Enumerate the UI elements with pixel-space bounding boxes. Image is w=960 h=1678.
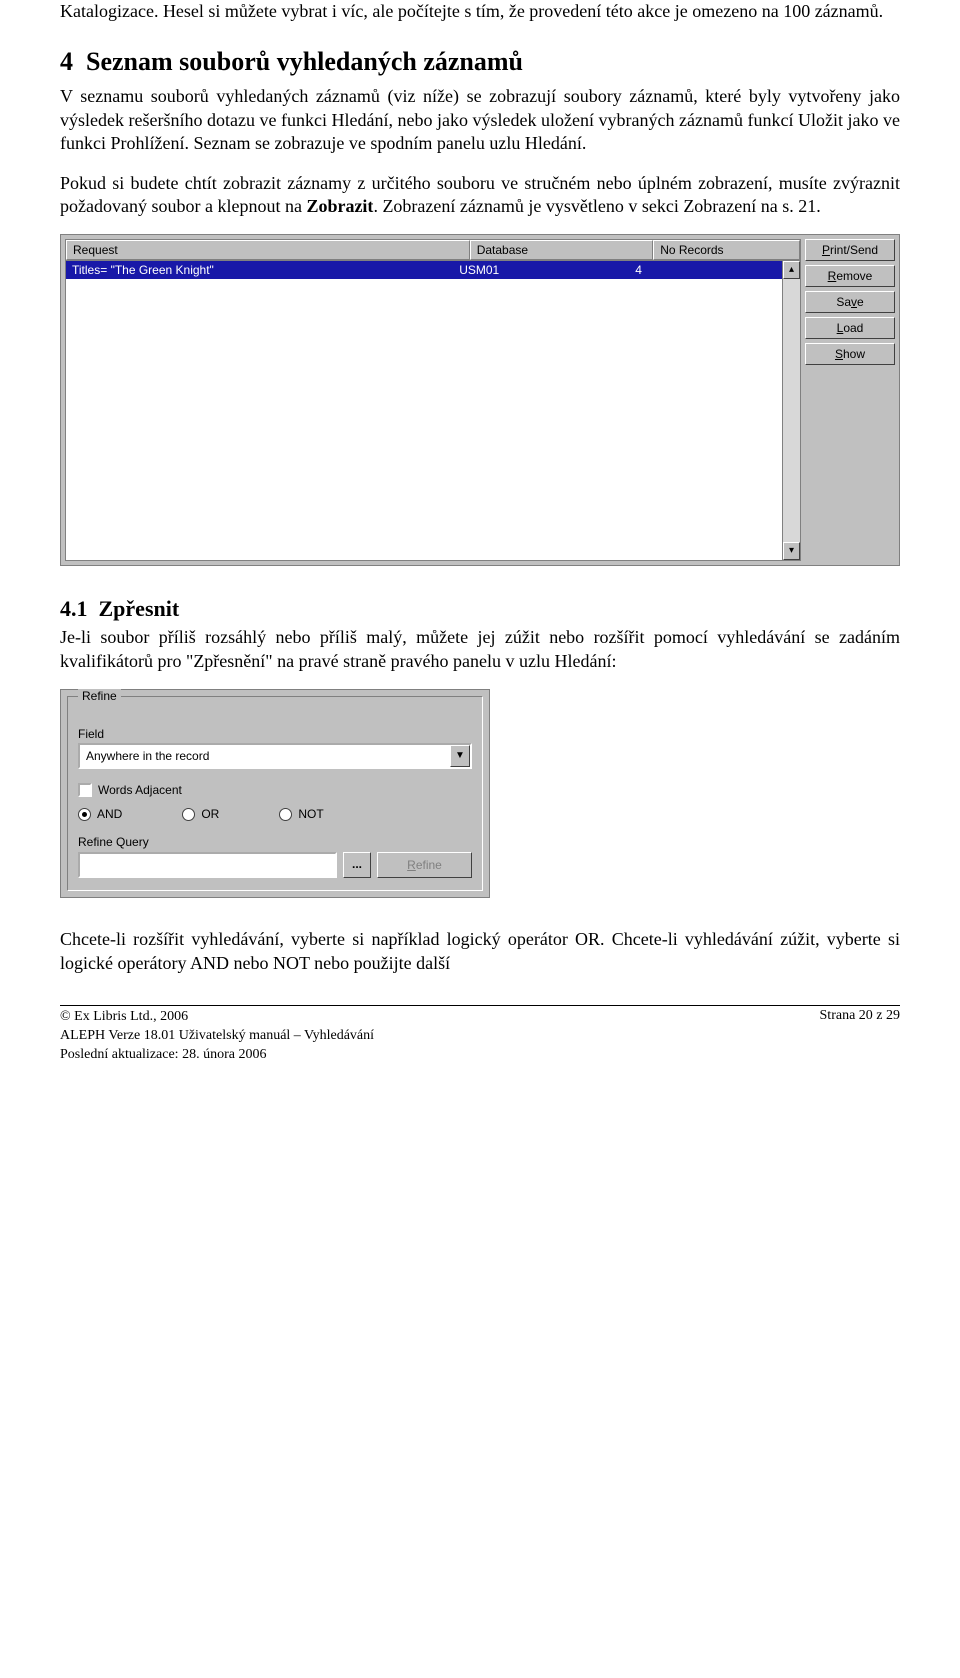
intro-paragraph: Katalogizace. Hesel si můžete vybrat i v… <box>60 0 900 23</box>
refine-query-label: Refine Query <box>78 835 472 849</box>
section-4-title: Seznam souborů vyhledaných záznamů <box>86 47 523 76</box>
footer-updated: Poslední aktualizace: 28. února 2006 <box>60 1046 374 1065</box>
results-list-body[interactable]: Titles= "The Green Knight" USM01 4 ▴ ▾ <box>65 261 801 561</box>
save-rest: e <box>857 295 864 309</box>
header-database[interactable]: Database <box>470 240 654 260</box>
words-adjacent-row[interactable]: Words Adjacent <box>78 783 472 797</box>
results-row-selected[interactable]: Titles= "The Green Knight" USM01 4 <box>66 261 782 279</box>
section-4-para-2: Pokud si budete chtít zobrazit záznamy z… <box>60 172 900 219</box>
show-rest: how <box>843 347 865 361</box>
field-label: Field <box>78 727 472 741</box>
section-4-heading: 4 Seznam souborů vyhledaných záznamů <box>60 47 900 77</box>
field-select[interactable]: Anywhere in the record ▼ <box>78 743 472 769</box>
vertical-scrollbar[interactable]: ▴ ▾ <box>782 261 800 560</box>
dropdown-arrow-icon[interactable]: ▼ <box>450 745 470 767</box>
subsection-4-1-para: Je-li soubor příliš rozsáhlý nebo příliš… <box>60 626 900 673</box>
radio-or[interactable]: OR <box>182 807 219 821</box>
footer-copyright: © Ex Libris Ltd., 2006 <box>60 1008 374 1027</box>
cell-database: USM01 <box>459 263 635 277</box>
footer-rule <box>60 1005 900 1006</box>
radio-or-circle[interactable] <box>182 808 195 821</box>
refine-groupbox: Refine Field Anywhere in the record ▼ Wo… <box>67 696 483 891</box>
show-button[interactable]: Show <box>805 343 895 365</box>
print-send-button[interactable]: Print/Send <box>805 239 895 261</box>
page-footer: © Ex Libris Ltd., 2006 ALEPH Verze 18.01… <box>60 1008 900 1065</box>
refine-query-input[interactable] <box>78 852 337 878</box>
load-button[interactable]: Load <box>805 317 895 339</box>
radio-not-circle[interactable] <box>279 808 292 821</box>
boolean-operator-row: AND OR NOT <box>78 807 472 821</box>
browse-button[interactable]: ... <box>343 852 371 878</box>
section-4-para-1: V seznamu souborů vyhledaných záznamů (v… <box>60 85 900 155</box>
radio-and-circle[interactable] <box>78 808 91 821</box>
refine-panel: Refine Field Anywhere in the record ▼ Wo… <box>60 689 490 898</box>
results-panel: Request Database No Records Titles= "The… <box>60 234 900 566</box>
header-request[interactable]: Request <box>66 240 470 260</box>
footer-version: ALEPH Verze 18.01 Uživatelský manuál – V… <box>60 1027 374 1046</box>
refine-button[interactable]: Refine <box>377 852 472 878</box>
field-select-value: Anywhere in the record <box>80 749 450 763</box>
radio-and-label: AND <box>97 807 122 821</box>
refine-legend: Refine <box>78 689 121 703</box>
cell-no-records: 4 <box>635 263 776 277</box>
words-adjacent-label: Words Adjacent <box>98 783 182 797</box>
radio-not-label: NOT <box>298 807 323 821</box>
subsection-4-1-heading: 4.1 Zpřesnit <box>60 596 900 622</box>
scroll-down-icon[interactable]: ▾ <box>783 542 800 560</box>
subsection-4-1-title: Zpřesnit <box>99 596 180 621</box>
s4p2-bold: Zobrazit <box>306 196 373 216</box>
radio-not[interactable]: NOT <box>279 807 323 821</box>
subsection-4-1-number: 4.1 <box>60 596 88 621</box>
save-button[interactable]: Save <box>805 291 895 313</box>
footer-page-number: Strana 20 z 29 <box>820 1008 900 1065</box>
scroll-track[interactable] <box>783 279 800 542</box>
radio-or-label: OR <box>201 807 219 821</box>
scroll-up-icon[interactable]: ▴ <box>783 261 800 279</box>
remove-button[interactable]: Remove <box>805 265 895 287</box>
results-button-column: Print/Send Remove Save Load Show <box>805 239 895 561</box>
section-4-number: 4 <box>60 47 73 76</box>
results-list-area: Request Database No Records Titles= "The… <box>65 239 801 561</box>
remove-rest: emove <box>836 269 872 283</box>
header-no-records[interactable]: No Records <box>653 240 800 260</box>
words-adjacent-checkbox[interactable] <box>78 783 92 797</box>
cell-request: Titles= "The Green Knight" <box>72 263 459 277</box>
results-header-row: Request Database No Records <box>65 239 801 261</box>
s4p2-c: . Zobrazení záznamů je vysvětleno v sekc… <box>373 196 820 216</box>
print-send-rest: rint/Send <box>830 243 878 257</box>
para-after-refine: Chcete-li rozšířit vyhledávání, vyberte … <box>60 928 900 975</box>
radio-and[interactable]: AND <box>78 807 122 821</box>
load-rest: oad <box>843 321 863 335</box>
